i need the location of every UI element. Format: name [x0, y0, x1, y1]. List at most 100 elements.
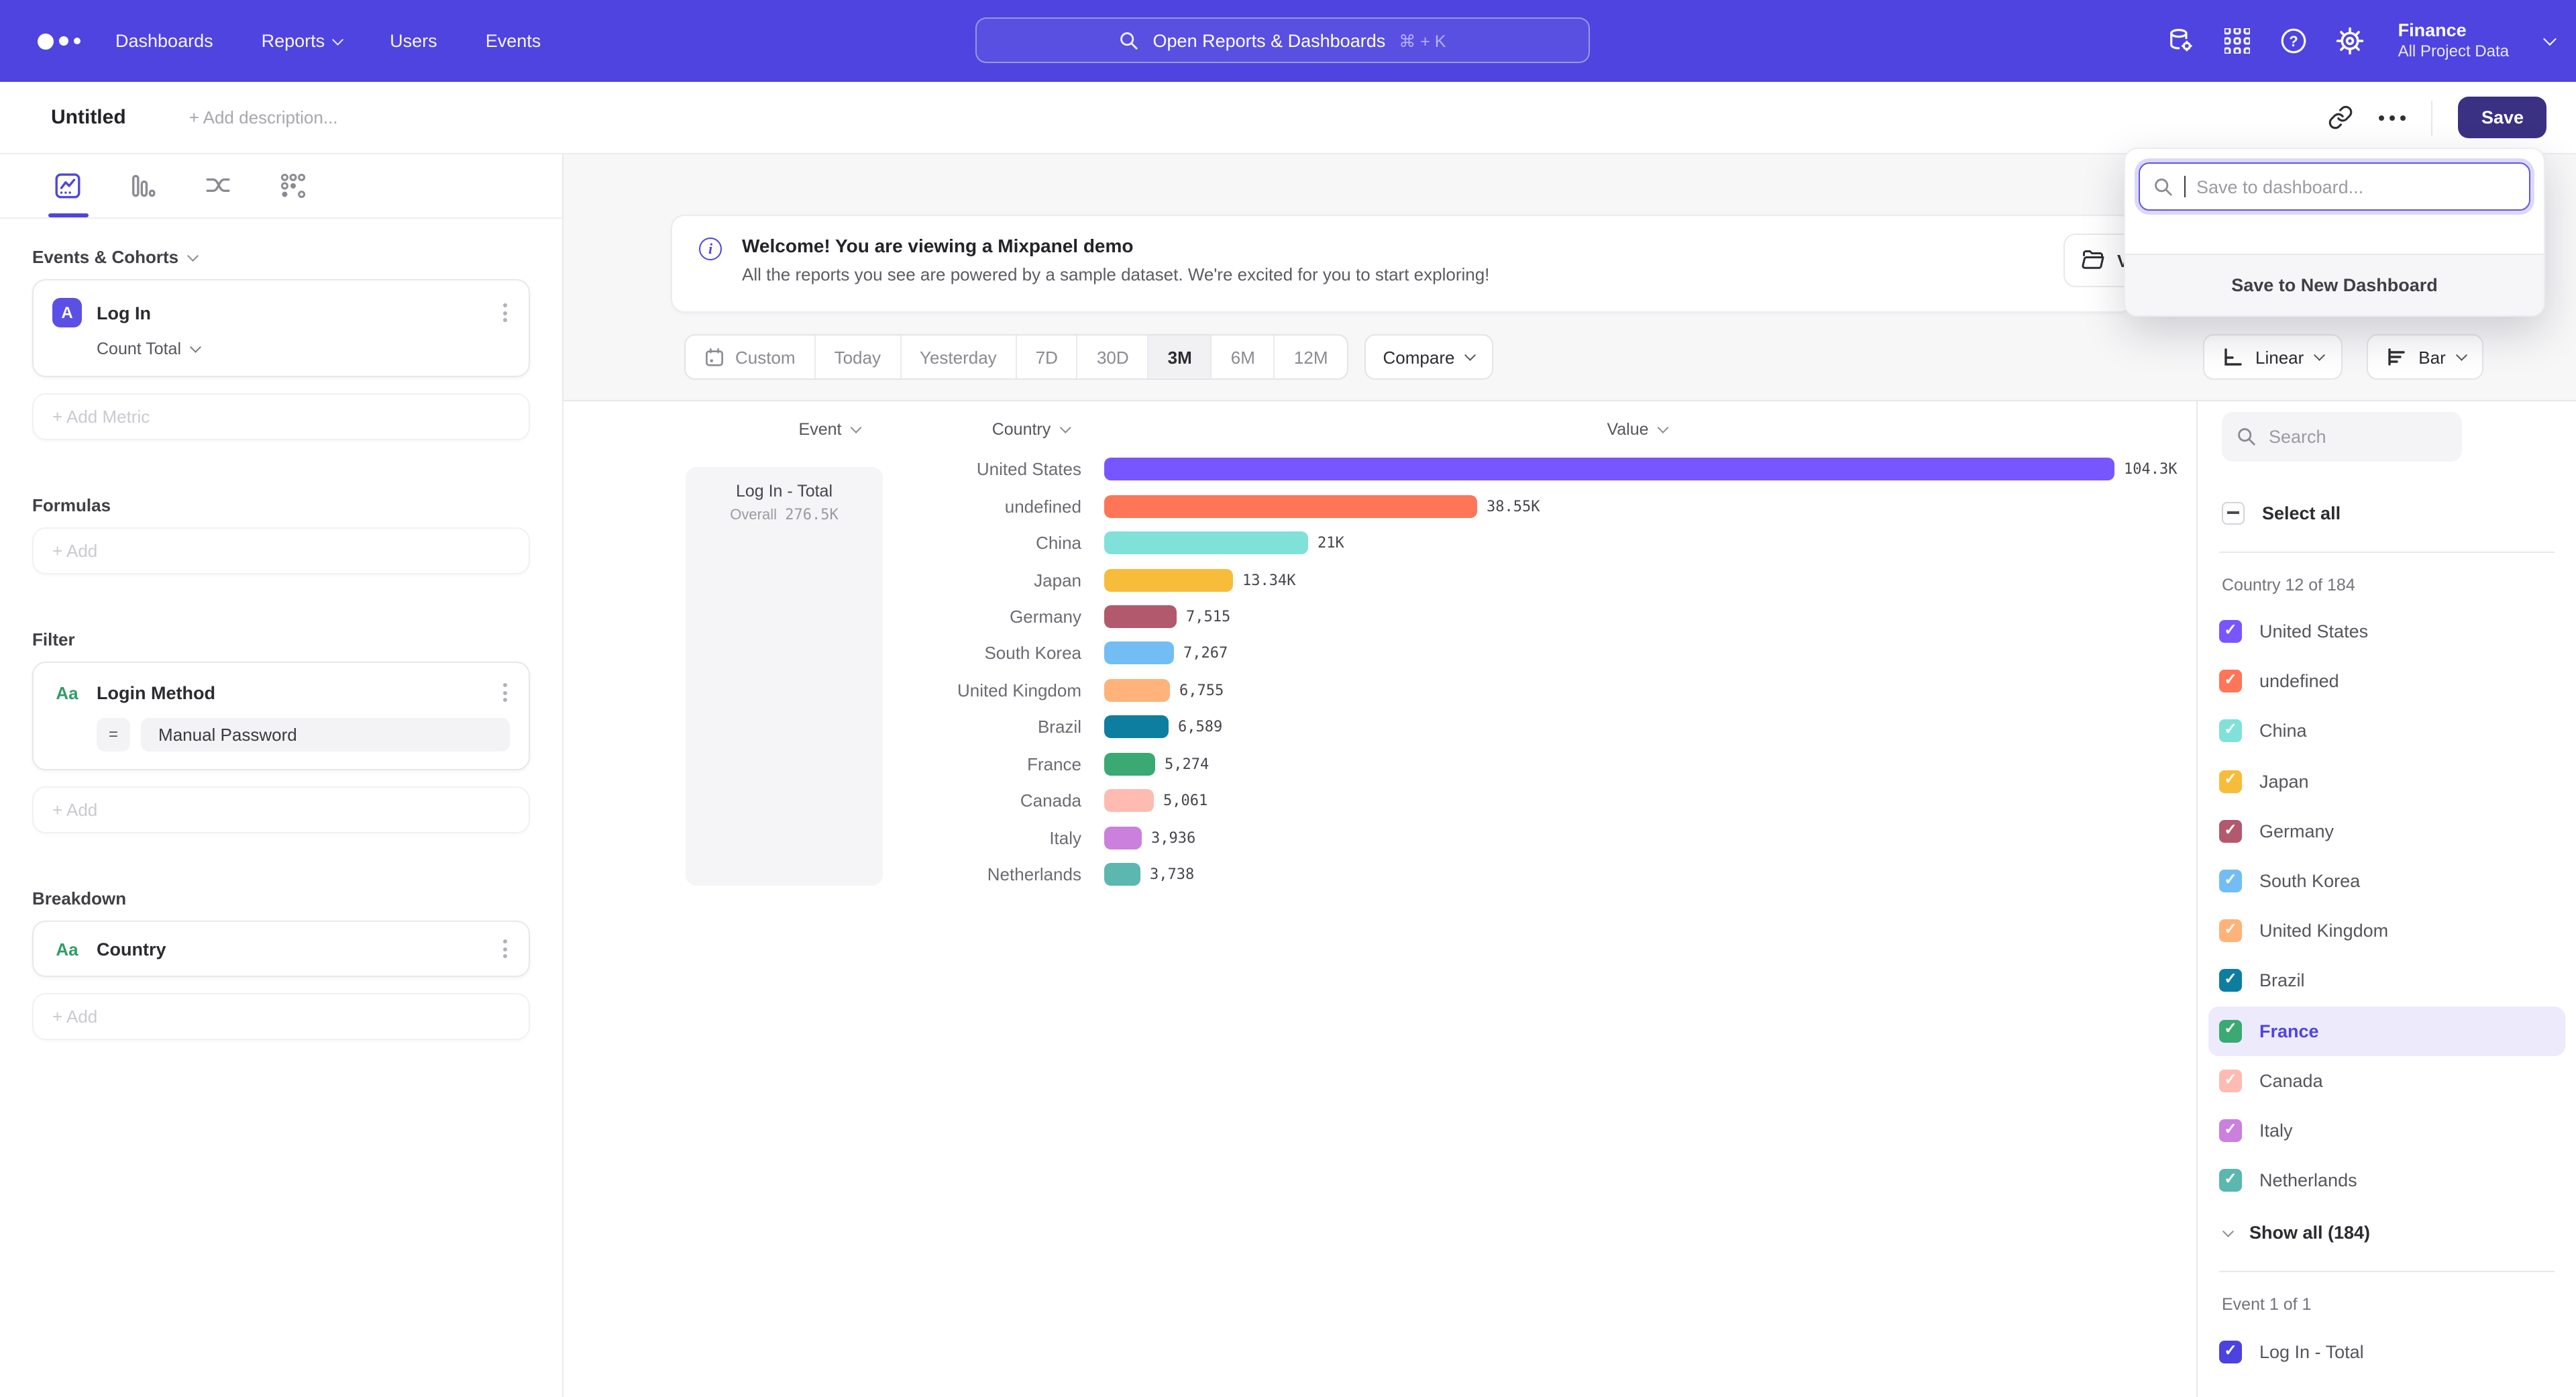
- filter-card-login-method[interactable]: Aa Login Method = Manual Password: [32, 662, 530, 770]
- save-to-new-dashboard-button[interactable]: Save to New Dashboard: [2125, 254, 2544, 315]
- legend-item-country[interactable]: ✓Netherlands: [2208, 1155, 2565, 1205]
- range-6m[interactable]: 6M: [1212, 335, 1275, 378]
- range-7d[interactable]: 7D: [1017, 335, 1078, 378]
- checkbox-netherlands[interactable]: ✓: [2219, 1169, 2242, 1192]
- legend-item-country[interactable]: ✓United Kingdom: [2208, 906, 2565, 955]
- breakdown-property-name[interactable]: Country: [97, 939, 166, 959]
- tab-retention[interactable]: [271, 164, 314, 207]
- bar[interactable]: [1104, 605, 1177, 628]
- project-switcher[interactable]: Finance All Project Data: [2398, 19, 2509, 62]
- bar[interactable]: [1104, 716, 1169, 739]
- nav-item-reports[interactable]: Reports: [262, 31, 342, 51]
- query-builder-sections: Events & Cohorts A Log In Count Total + …: [0, 219, 562, 1084]
- legend-item-country[interactable]: ✓Canada: [2208, 1055, 2565, 1105]
- range-30d[interactable]: 30D: [1078, 335, 1149, 378]
- add-formula-button[interactable]: + Add: [32, 527, 530, 574]
- range-label: Yesterday: [920, 347, 997, 367]
- nav-item-events[interactable]: Events: [486, 31, 541, 51]
- legend-item-country[interactable]: ✓undefined: [2208, 656, 2565, 706]
- bar[interactable]: [1104, 531, 1308, 554]
- legend-item-country[interactable]: ✓Germany: [2208, 807, 2565, 856]
- range-today[interactable]: Today: [816, 335, 901, 378]
- checkbox-south-korea[interactable]: ✓: [2219, 870, 2242, 892]
- save-dashboard-search-input[interactable]: Save to dashboard...: [2139, 162, 2530, 211]
- checkbox-united-states[interactable]: ✓: [2219, 620, 2242, 643]
- bar[interactable]: [1104, 826, 1142, 849]
- filter-kebab-icon[interactable]: [500, 680, 510, 705]
- bar[interactable]: [1104, 863, 1140, 886]
- breakdown-kebab-icon[interactable]: [500, 937, 510, 961]
- bar[interactable]: [1104, 495, 1477, 517]
- filter-operator-chip[interactable]: =: [97, 718, 130, 752]
- metric-aggregation-dropdown[interactable]: Count Total: [97, 340, 510, 358]
- nav-item-dashboards[interactable]: Dashboards: [115, 31, 213, 51]
- nav-item-users[interactable]: Users: [390, 31, 437, 51]
- legend-item-country[interactable]: ✓France: [2208, 1006, 2565, 1055]
- chart-type-button[interactable]: Bar: [2366, 334, 2483, 380]
- add-breakdown-button[interactable]: + Add: [32, 993, 530, 1040]
- bar[interactable]: [1104, 642, 1174, 665]
- range-yesterday[interactable]: Yesterday: [901, 335, 1017, 378]
- more-actions-icon[interactable]: [2379, 115, 2406, 120]
- checkbox-brazil[interactable]: ✓: [2219, 970, 2242, 992]
- copy-link-icon[interactable]: [2328, 105, 2354, 130]
- bar[interactable]: [1104, 568, 1233, 591]
- column-header-event[interactable]: Event: [799, 420, 860, 439]
- bar[interactable]: [1104, 789, 1154, 812]
- checkbox-canada[interactable]: ✓: [2219, 1070, 2242, 1092]
- settings-gear-icon[interactable]: [2337, 27, 2365, 55]
- bar[interactable]: [1104, 458, 2114, 480]
- help-icon[interactable]: ?: [2280, 27, 2308, 55]
- column-header-country[interactable]: Country: [992, 420, 1069, 439]
- breakdown-card-country[interactable]: Aa Country: [32, 921, 530, 977]
- column-header-value[interactable]: Value: [1607, 420, 1666, 439]
- nav-item-label: Users: [390, 31, 437, 51]
- legend-search-input[interactable]: Search: [2222, 412, 2462, 462]
- events-cohorts-label[interactable]: Events & Cohorts: [32, 247, 530, 267]
- legend-item-country[interactable]: ✓China: [2208, 707, 2565, 756]
- checkbox-france[interactable]: ✓: [2219, 1019, 2242, 1042]
- range-3m[interactable]: 3M: [1149, 335, 1212, 378]
- legend-item-country[interactable]: ✓Brazil: [2208, 956, 2565, 1006]
- checkbox-undefined[interactable]: ✓: [2219, 670, 2242, 693]
- tab-funnels[interactable]: [121, 164, 164, 207]
- show-all-button[interactable]: Show all (184): [2219, 1212, 2555, 1253]
- select-all-row[interactable]: Select all: [2222, 493, 2555, 533]
- metric-card-log-in[interactable]: A Log In Count Total: [32, 279, 530, 377]
- legend-item-country[interactable]: ✓United States: [2208, 607, 2565, 656]
- data-management-icon[interactable]: [2167, 27, 2196, 55]
- apps-grid-icon[interactable]: [2224, 27, 2252, 55]
- tab-insights[interactable]: [46, 164, 89, 207]
- add-metric-button[interactable]: + Add Metric: [32, 393, 530, 440]
- checkbox-italy[interactable]: ✓: [2219, 1119, 2242, 1142]
- scale-selector-button[interactable]: Linear: [2203, 334, 2342, 380]
- legend-item-country[interactable]: ✓Italy: [2208, 1106, 2565, 1155]
- project-chevron-down-icon[interactable]: [2543, 32, 2557, 46]
- checkbox-germany[interactable]: ✓: [2219, 820, 2242, 843]
- mixpanel-logo-icon[interactable]: [38, 33, 80, 49]
- filter-property-name[interactable]: Login Method: [97, 682, 215, 703]
- bar-chart-region: Event Country Value Log In - Total Overa…: [564, 401, 2196, 1397]
- select-all-checkbox[interactable]: [2222, 501, 2245, 524]
- legend-item-country[interactable]: ✓South Korea: [2208, 856, 2565, 906]
- range-12m[interactable]: 12M: [1275, 335, 1347, 378]
- bar[interactable]: [1104, 752, 1155, 775]
- checkbox-log-in---total[interactable]: ✓: [2219, 1341, 2242, 1364]
- add-filter-button[interactable]: + Add: [32, 786, 530, 833]
- metric-event-name[interactable]: Log In: [97, 303, 151, 323]
- global-search-button[interactable]: Open Reports & Dashboards ⌘ + K: [975, 17, 1590, 63]
- checkbox-japan[interactable]: ✓: [2219, 770, 2242, 792]
- report-title[interactable]: Untitled: [51, 106, 126, 129]
- metric-kebab-icon[interactable]: [500, 301, 510, 325]
- add-description-button[interactable]: + Add description...: [189, 107, 338, 127]
- bar[interactable]: [1104, 679, 1170, 702]
- legend-item-country[interactable]: ✓Japan: [2208, 756, 2565, 806]
- save-button[interactable]: Save: [2459, 97, 2546, 138]
- filter-value-chip[interactable]: Manual Password: [141, 718, 510, 752]
- range-custom[interactable]: Custom: [686, 335, 816, 378]
- compare-button[interactable]: Compare: [1364, 334, 1493, 380]
- checkbox-china[interactable]: ✓: [2219, 720, 2242, 743]
- checkbox-united-kingdom[interactable]: ✓: [2219, 919, 2242, 942]
- tab-flows[interactable]: [196, 164, 239, 207]
- legend-item-event[interactable]: ✓Log In - Total: [2208, 1328, 2565, 1378]
